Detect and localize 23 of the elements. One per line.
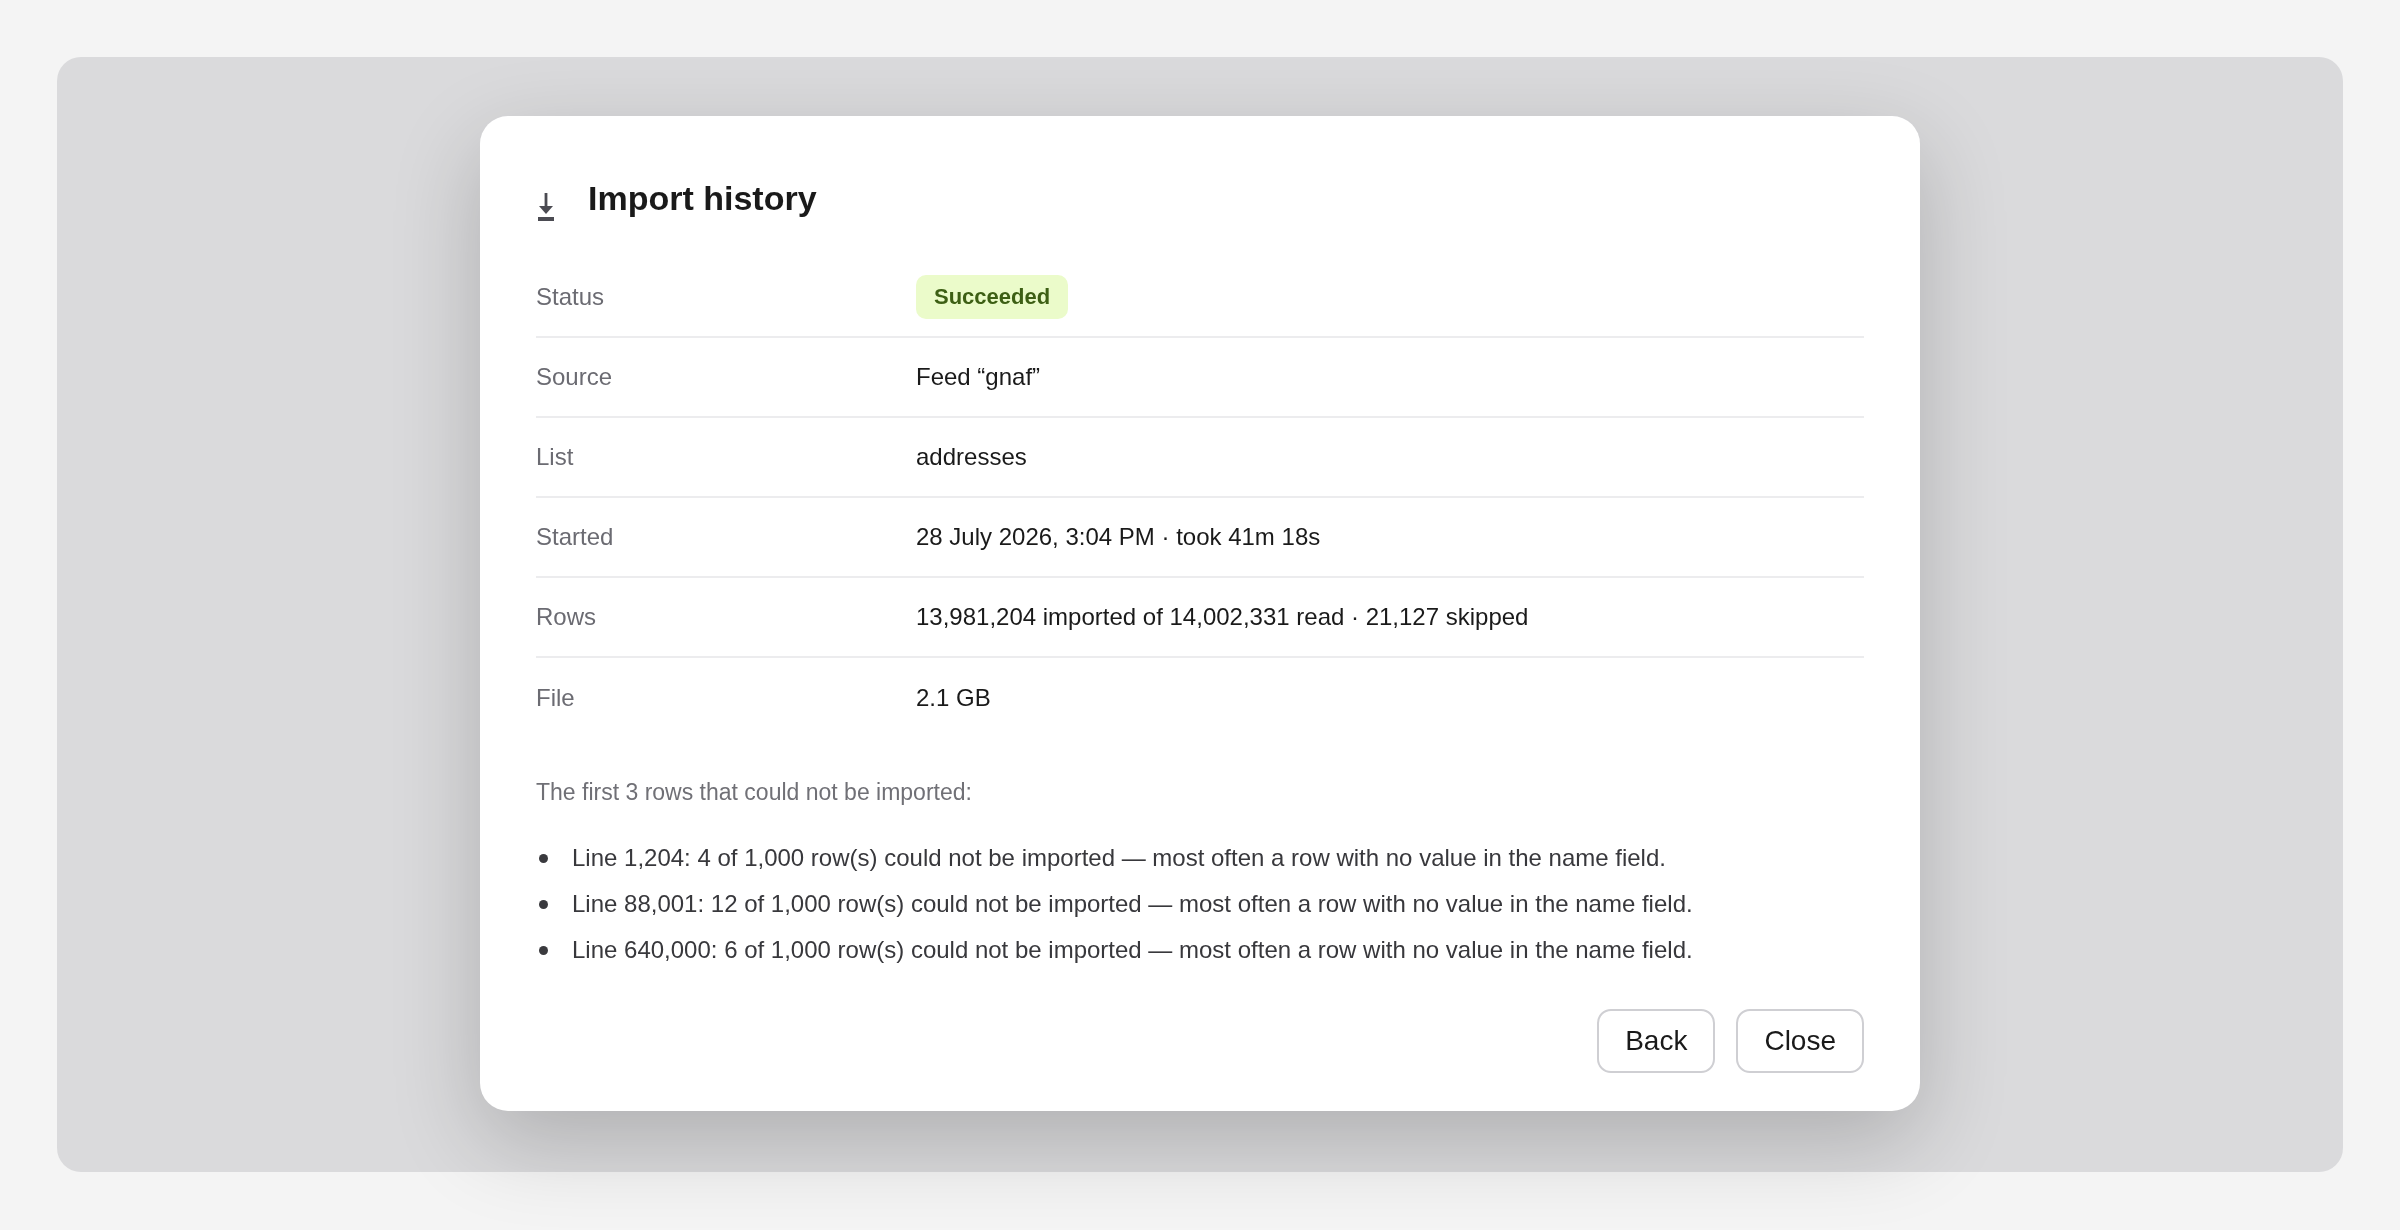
detail-label: List [536,442,575,472]
error-item: Line 88,001: 12 of 1,000 row(s) could not be imported — most often a row with no value in the name field. [572,889,1693,919]
bullet-icon [539,853,548,863]
detail-value: 28 July 2026, 3:04 PM · took 41m 18s [916,522,1321,552]
error-item: Line 1,204: 4 of 1,000 row(s) could not be imported — most often a row with no value in the name field. [572,843,1666,873]
detail-label: Started [536,522,615,552]
error-item: Line 640,000: 6 of 1,000 row(s) could not be imported — most often a row with no value in the name field. [572,935,1693,965]
download-icon [536,193,556,221]
detail-label: Rows [536,602,597,632]
detail-label: File [536,683,576,713]
dialog-button[interactable]: Close [1736,1009,1864,1073]
detail-value: 2.1 GB [916,683,991,713]
errors-caption: The first 3 rows that could not be imported: [536,778,973,807]
dialog-button[interactable]: Back [1597,1009,1716,1073]
detail-value: addresses [916,442,1027,472]
detail-value: 13,981,204 imported of 14,002,331 read · 21,127 skipped [916,602,1529,632]
bullet-icon [539,945,548,955]
detail-label: Status [536,282,606,312]
status-badge: Succeeded [916,275,1069,319]
bullet-icon [539,899,548,909]
dialog-title: Import history [588,178,817,219]
detail-value: Feed “gnaf” [916,362,1041,392]
detail-label: Source [536,362,614,392]
